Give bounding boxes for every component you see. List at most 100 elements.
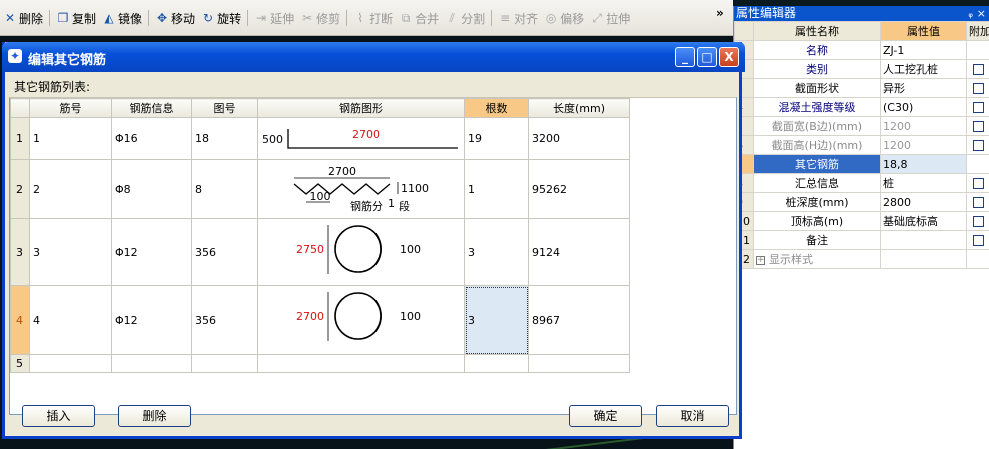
count-cell[interactable]: 19 [464, 117, 529, 160]
property-extra-checkbox[interactable] [973, 102, 984, 113]
toolbar-align-button[interactable]: ≡ 对齐 [495, 7, 541, 29]
bar-info-cell[interactable] [111, 354, 192, 373]
toolbar-offset-button[interactable]: ◎ 偏移 [541, 7, 587, 29]
toolbar-mirror-button[interactable]: ◭ 镜像 [99, 7, 145, 29]
expand-icon[interactable]: + [756, 255, 765, 265]
figure-no-cell[interactable] [191, 354, 258, 373]
grid-header-length[interactable]: 长度(mm) [528, 98, 630, 118]
length-cell[interactable]: 9124 [528, 218, 630, 286]
extend-icon: ⇥ [256, 11, 267, 25]
figure-no-cell[interactable]: 356 [191, 285, 258, 355]
toolbar-stretch-button[interactable]: ⤢ 拉伸 [587, 7, 633, 29]
rebar-table-row[interactable]: 3 3 Φ12 356 2750 100 3 9124 [10, 218, 630, 286]
bar-info-cell[interactable]: Φ12 [111, 218, 192, 286]
count-cell[interactable]: 3 [464, 218, 529, 286]
bar-info-cell[interactable]: Φ16 [111, 117, 192, 160]
property-row[interactable]: 7其它钢筋18,8 [734, 154, 989, 174]
insert-button[interactable]: 插入 [22, 405, 95, 427]
grid-header-bar-info[interactable]: 钢筋信息 [111, 98, 192, 118]
property-value[interactable] [880, 230, 967, 250]
bar-shape-cell[interactable]: 500 2700 [257, 117, 465, 160]
grid-header-bar-shape[interactable]: 钢筋图形 [257, 98, 465, 118]
property-extra-checkbox[interactable] [973, 235, 984, 246]
property-value[interactable]: 桩 [880, 173, 967, 193]
property-value[interactable]: 2800 [880, 192, 967, 212]
property-value[interactable]: 异形 [880, 78, 967, 98]
property-value[interactable]: ZJ-1 [880, 40, 967, 60]
figure-no-cell[interactable]: 18 [191, 117, 258, 160]
length-cell[interactable] [528, 354, 630, 373]
property-extra-checkbox[interactable] [973, 178, 984, 189]
figure-no-cell[interactable]: 356 [191, 218, 258, 286]
property-value[interactable]: 基础底标高 [880, 211, 967, 231]
property-row[interactable]: 5截面宽(B边)(mm)1200 [734, 116, 989, 136]
property-extra-checkbox[interactable] [973, 216, 984, 227]
property-row[interactable]: 3截面形状异形 [734, 78, 989, 98]
grid-header-bar-no[interactable]: 筋号 [29, 98, 112, 118]
figure-no-cell[interactable]: 8 [191, 159, 258, 219]
bar-info-cell[interactable]: Φ8 [111, 159, 192, 219]
rebar-table-row[interactable]: 1 1 Φ16 18 500 2700 19 3200 [10, 117, 630, 160]
pin-icon[interactable]: ᵩ [968, 6, 973, 21]
maximize-button[interactable]: □ [697, 47, 717, 67]
property-row[interactable]: 8汇总信息桩 [734, 173, 989, 193]
toolbar-delete-button[interactable]: ✕ 删除 [0, 7, 46, 29]
toolbar-more-button[interactable]: » [716, 6, 724, 20]
bar-no-cell[interactable] [29, 354, 112, 373]
cancel-button[interactable]: 取消 [656, 405, 729, 427]
toolbar-move-button[interactable]: ✥ 移动 [152, 7, 198, 29]
property-extra-checkbox[interactable] [973, 140, 984, 151]
property-value[interactable]: 1200 [880, 116, 967, 136]
property-value[interactable] [880, 249, 967, 269]
property-row[interactable]: 2类别人工挖孔桩 [734, 59, 989, 79]
count-cell[interactable]: 1 [464, 159, 529, 219]
toolbar-split-button[interactable]: ⫽ 分割 [442, 7, 488, 29]
property-extra-checkbox[interactable] [973, 197, 984, 208]
grid-header-count[interactable]: 根数 [464, 98, 529, 118]
bar-no-cell[interactable]: 2 [29, 159, 112, 219]
toolbar-extend-button[interactable]: ⇥ 延伸 [251, 7, 297, 29]
bar-shape-cell[interactable]: 2700 100 [257, 285, 465, 355]
close-button[interactable]: X [719, 47, 739, 67]
rebar-table-row[interactable]: 5 [10, 354, 630, 373]
property-row[interactable]: 1名称ZJ-1 [734, 40, 989, 60]
property-row[interactable]: 10 顶标高(m) 基础底标高 [734, 211, 989, 231]
length-cell[interactable]: 8967 [528, 285, 630, 355]
rebar-table-row[interactable]: 4 4 Φ12 356 2700 100 3 8967 [10, 285, 630, 355]
bar-no-cell[interactable]: 1 [29, 117, 112, 160]
property-row[interactable]: 12 + 显示样式 [734, 249, 989, 269]
toolbar-trim-button[interactable]: ✂ 修剪 [297, 7, 343, 29]
property-extra-checkbox[interactable] [973, 64, 984, 75]
minimize-button[interactable]: _ [675, 47, 695, 67]
property-extra-checkbox[interactable] [973, 83, 984, 94]
toolbar-merge-button[interactable]: ⧉ 合并 [396, 7, 442, 29]
toolbar-rotate-button[interactable]: ↻ 旋转 [198, 7, 244, 29]
length-cell[interactable]: 3200 [528, 117, 630, 160]
delete-button[interactable]: 删除 [118, 405, 191, 427]
property-row[interactable]: 9桩深度(mm)2800 [734, 192, 989, 212]
property-value[interactable]: (C30) [880, 97, 967, 117]
close-icon[interactable]: × [977, 6, 986, 21]
grid-header-figure-no[interactable]: 图号 [191, 98, 258, 118]
property-extra-checkbox[interactable] [973, 121, 984, 132]
toolbar-break-button[interactable]: ⌇ 打断 [350, 7, 396, 29]
property-value[interactable]: 18,8 [880, 154, 967, 174]
count-cell[interactable] [464, 354, 529, 373]
property-row[interactable]: 11 备注 [734, 230, 989, 250]
bar-no-cell[interactable]: 4 [29, 285, 112, 355]
bar-no-cell[interactable]: 3 [29, 218, 112, 286]
rebar-grid[interactable]: 筋号 钢筋信息 图号 钢筋图形 根数 长度(mm) 1 1 Φ16 18 500 2700 19 320… [9, 97, 737, 415]
bar-shape-cell[interactable]: 2700 1100 100 钢筋分 1 段 [257, 159, 465, 219]
property-row[interactable]: 6截面高(H边)(mm)1200 [734, 135, 989, 155]
count-cell[interactable]: 3 [464, 285, 529, 355]
ok-button[interactable]: 确定 [569, 405, 642, 427]
length-cell[interactable]: 95262 [528, 159, 630, 219]
rebar-table-row[interactable]: 2 2 Φ8 8 2700 1100 100 钢筋分 1 段 1 95262 [10, 159, 630, 219]
bar-info-cell[interactable]: Φ12 [111, 285, 192, 355]
bar-shape-cell[interactable]: 2750 100 [257, 218, 465, 286]
property-value[interactable]: 1200 [880, 135, 967, 155]
property-row[interactable]: 4混凝土强度等级(C30) [734, 97, 989, 117]
toolbar-copy-button[interactable]: ❐ 复制 [53, 7, 99, 29]
property-value[interactable]: 人工挖孔桩 [880, 59, 967, 79]
bar-shape-cell[interactable] [257, 354, 465, 373]
